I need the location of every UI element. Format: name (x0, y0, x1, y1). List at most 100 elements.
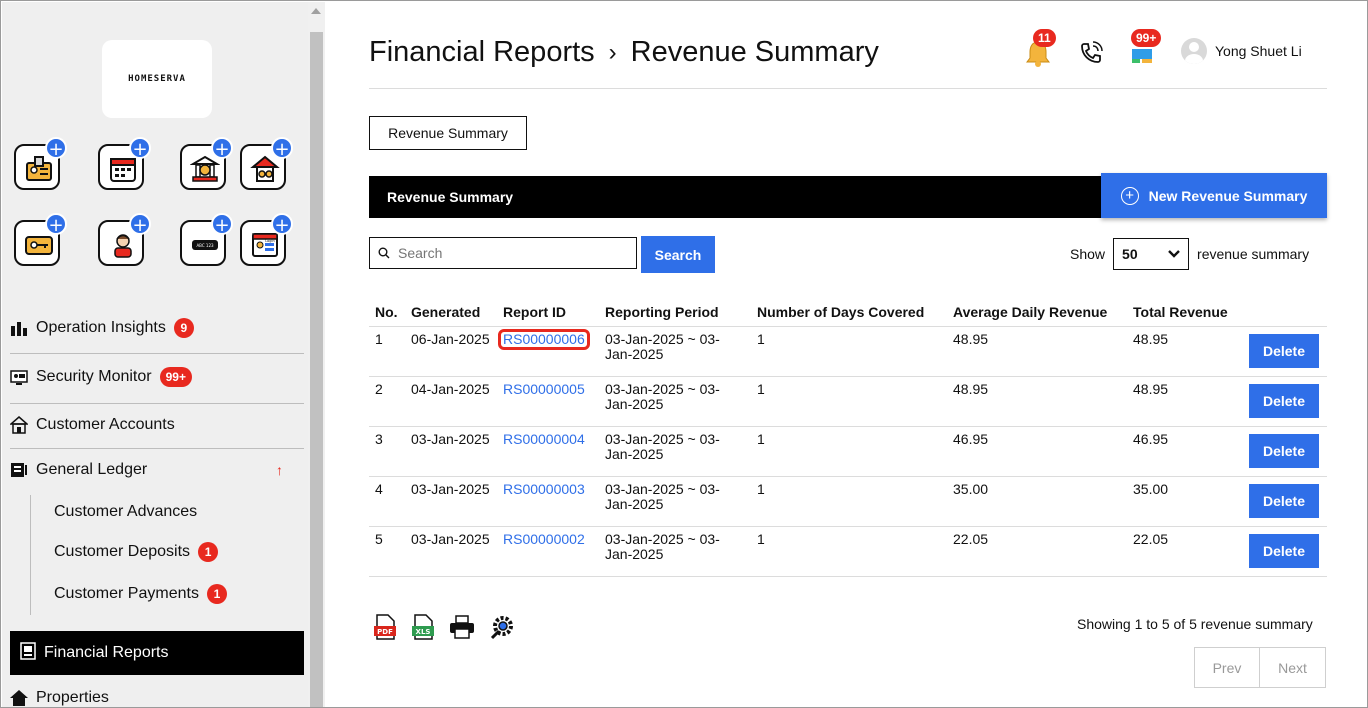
scroll-thumb[interactable] (310, 32, 323, 707)
cell-days: 1 (751, 526, 947, 577)
show-suffix: revenue summary (1197, 246, 1310, 262)
user-menu[interactable]: Yong Shuet Li (1181, 38, 1302, 64)
page-size-select[interactable]: 50 (1113, 238, 1190, 270)
nav-operation-insights[interactable]: Operation Insights 9 (10, 318, 304, 338)
call-button[interactable] (1077, 37, 1105, 65)
quick-add-staff[interactable]: + (14, 137, 67, 190)
plate-text: ABC 123 (196, 243, 214, 248)
main-content: Financial Reports › Revenue Summary 11 9… (325, 2, 1367, 707)
delete-button[interactable]: Delete (1249, 384, 1319, 418)
cell-avg: 46.95 (947, 426, 1127, 477)
quick-add-login[interactable]: Login + (240, 213, 293, 266)
quick-add-property-finance[interactable]: + (240, 137, 293, 190)
monitor-icon (10, 368, 28, 386)
divider (10, 403, 304, 404)
report-id-link[interactable]: RS00000002 (503, 531, 585, 547)
cell-total: 35.00 (1127, 476, 1243, 527)
report-id-link[interactable]: RS00000003 (503, 481, 585, 497)
nav-customer-deposits[interactable]: Customer Deposits 1 (54, 542, 219, 562)
cell-actions: Delete (1243, 526, 1327, 577)
prev-page-button[interactable]: Prev (1194, 647, 1260, 688)
delete-button[interactable]: Delete (1249, 484, 1319, 518)
nav-customer-payments[interactable]: Customer Payments 1 (54, 584, 227, 604)
sidebar-scrollbar[interactable] (308, 2, 325, 707)
cell-days: 1 (751, 326, 947, 377)
cell-actions: Delete (1243, 376, 1327, 427)
login-text: Login (265, 239, 274, 243)
next-page-button[interactable]: Next (1260, 647, 1326, 688)
cell-generated: 03-Jan-2025 (405, 526, 497, 577)
cell-days: 1 (751, 426, 947, 477)
breadcrumb-parent[interactable]: Financial Reports (369, 36, 595, 69)
quick-add-resident[interactable]: + (98, 213, 151, 266)
nav-label: Security Monitor (36, 368, 152, 385)
plus-icon: + (45, 213, 67, 236)
page-title: Revenue Summary (630, 36, 879, 68)
house-icon (10, 689, 28, 707)
report-id-link[interactable]: RS00000005 (503, 381, 585, 397)
cell-period: 03-Jan-2025 ~ 03-Jan-2025 (599, 326, 751, 377)
app-window: HOMESERVA + + + + + + ABC 123 + Login + … (0, 0, 1368, 708)
cell-report-id: RS00000004 (497, 426, 599, 477)
nav-properties[interactable]: Properties (10, 689, 304, 707)
cell-period: 03-Jan-2025 ~ 03-Jan-2025 (599, 376, 751, 427)
page-size-control: Show 50 revenue summary (1070, 238, 1309, 270)
search-icon (378, 247, 390, 259)
column-header-actions (1243, 300, 1327, 327)
nav-financial-reports[interactable]: Financial Reports (10, 631, 304, 675)
search-input[interactable] (396, 244, 616, 262)
nav-general-ledger[interactable]: General Ledger ↑ (10, 461, 304, 479)
plus-icon: + (271, 137, 293, 160)
print-button[interactable] (449, 615, 475, 642)
logo[interactable]: HOMESERVA (102, 40, 212, 118)
count-badge: 1 (198, 542, 219, 562)
cell-no: 4 (369, 476, 405, 527)
cell-avg: 48.95 (947, 326, 1127, 377)
cell-period: 03-Jan-2025 ~ 03-Jan-2025 (599, 476, 751, 527)
report-id-link[interactable]: RS00000006 (498, 329, 590, 350)
expand-arrow-icon[interactable]: ↑ (276, 462, 283, 478)
report-id-link[interactable]: RS00000004 (503, 431, 585, 447)
nav-label: Customer Accounts (36, 416, 175, 433)
nav-label: Properties (36, 689, 109, 706)
delete-button[interactable]: Delete (1249, 334, 1319, 368)
quick-add-finance[interactable]: + (180, 137, 233, 190)
report-icon (20, 641, 36, 665)
cell-avg: 35.00 (947, 476, 1127, 527)
cell-no: 2 (369, 376, 405, 427)
plus-icon: + (129, 137, 151, 160)
messages-button[interactable]: 99+ (1129, 29, 1162, 65)
nav-customer-advances[interactable]: Customer Advances (54, 503, 197, 521)
nav-label: Customer Deposits (54, 543, 191, 560)
export-xls-button[interactable]: XLS (411, 614, 435, 643)
settings-button[interactable] (489, 614, 515, 643)
quick-add-access-card[interactable]: + (14, 213, 67, 266)
divider (10, 448, 304, 449)
table-row: 5 03-Jan-2025 RS00000002 03-Jan-2025 ~ 0… (369, 526, 1327, 577)
nav-customer-accounts[interactable]: Customer Accounts (10, 416, 304, 434)
breadcrumb-separator: › (608, 38, 617, 66)
cell-days: 1 (751, 376, 947, 427)
tab-revenue-summary[interactable]: Revenue Summary (369, 116, 527, 150)
plus-circle-icon: + (1120, 186, 1139, 205)
bar-chart-icon (10, 319, 28, 337)
delete-button[interactable]: Delete (1249, 434, 1319, 468)
header-actions: 11 99+ Yong Shuet Li (1025, 29, 1302, 67)
nav-security-monitor[interactable]: Security Monitor 99+ (10, 367, 304, 387)
phone-icon (1081, 41, 1103, 63)
column-header: Reporting Period (599, 300, 751, 327)
avatar (1181, 38, 1207, 64)
cell-period: 03-Jan-2025 ~ 03-Jan-2025 (599, 426, 751, 477)
export-pdf-button[interactable]: PDF (373, 614, 397, 643)
delete-button[interactable]: Delete (1249, 534, 1319, 568)
scroll-up-arrow-icon[interactable] (311, 8, 321, 14)
quick-add-vehicle[interactable]: ABC 123 + (180, 213, 233, 266)
revenue-table: No. Generated Report ID Reporting Period… (369, 300, 1327, 577)
search-field[interactable] (369, 237, 637, 269)
home-icon (10, 416, 28, 434)
new-revenue-summary-button[interactable]: + New Revenue Summary (1101, 173, 1327, 218)
column-header: Number of Days Covered (751, 300, 947, 327)
notifications-button[interactable]: 11 (1025, 29, 1056, 67)
quick-add-calendar[interactable]: + (98, 137, 151, 190)
search-button[interactable]: Search (641, 236, 715, 273)
